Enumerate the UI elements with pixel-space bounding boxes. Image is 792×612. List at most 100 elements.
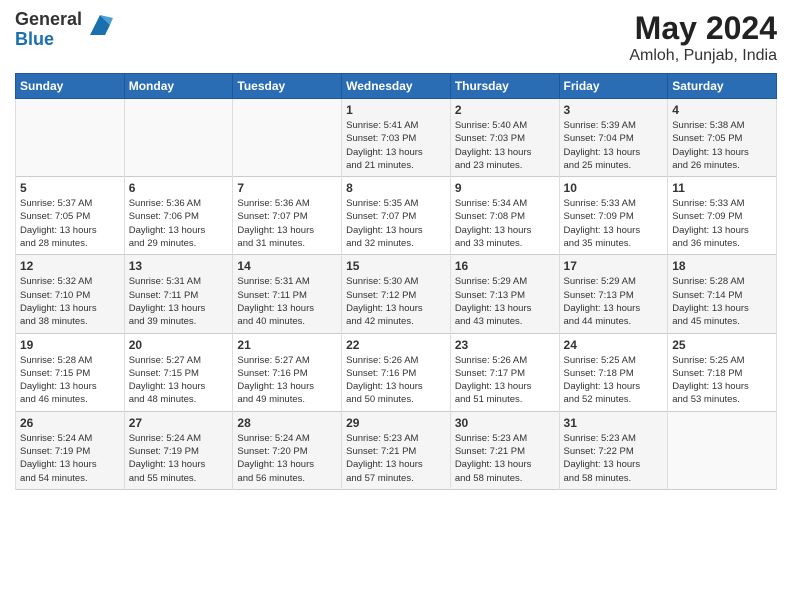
calendar-cell: 30Sunrise: 5:23 AM Sunset: 7:21 PM Dayli… (450, 411, 559, 489)
logo-text: General Blue (15, 10, 115, 50)
calendar-cell: 6Sunrise: 5:36 AM Sunset: 7:06 PM Daylig… (124, 177, 233, 255)
day-number: 30 (455, 416, 555, 430)
main-container: General Blue May 2024 Amloh, Punjab, Ind… (0, 0, 792, 495)
calendar-cell: 7Sunrise: 5:36 AM Sunset: 7:07 PM Daylig… (233, 177, 342, 255)
day-number: 4 (672, 103, 772, 117)
calendar-table: SundayMondayTuesdayWednesdayThursdayFrid… (15, 73, 777, 490)
day-number: 12 (20, 259, 120, 273)
calendar-cell: 23 Sunrise: 5:26 AM Sunset: 7:17 PM Dayli… (450, 333, 559, 411)
subtitle: Amloh, Punjab, India (629, 47, 777, 65)
weekday-header-monday: Monday (124, 74, 233, 99)
calendar-cell (668, 411, 777, 489)
calendar-week-1: 1 Sunrise: 5:41 AM Sunset: 7:03 PM Daylig… (16, 99, 777, 177)
logo-blue: Blue (15, 29, 54, 49)
day-info: Sunrise: 5:35 AM Sunset: 7:07 PM Dayligh… (346, 197, 446, 250)
main-title: May 2024 (629, 10, 777, 47)
day-number: 9 (455, 181, 555, 195)
day-info: Sunrise: 5:26 AM Sunset: 7:17 PM Dayligh… (455, 354, 555, 407)
day-info: Sunrise: 5:25 AM Sunset: 7:18 PM Dayligh… (564, 354, 664, 407)
day-info: Sunrise: 5:33 AM Sunset: 7:09 PM Dayligh… (564, 197, 664, 250)
day-number: 25 (672, 338, 772, 352)
calendar-cell: 1 Sunrise: 5:41 AM Sunset: 7:03 PM Daylig… (342, 99, 451, 177)
day-number: 16 (455, 259, 555, 273)
title-block: May 2024 Amloh, Punjab, India (629, 10, 777, 65)
logo-general: General (15, 9, 82, 29)
calendar-cell: 5 Sunrise: 5:37 AM Sunset: 7:05 PM Daylig… (16, 177, 125, 255)
calendar-cell: 19 Sunrise: 5:28 AM Sunset: 7:15 PM Dayli… (16, 333, 125, 411)
day-number: 27 (129, 416, 229, 430)
day-number: 1 (346, 103, 446, 117)
calendar-cell: 15Sunrise: 5:30 AM Sunset: 7:12 PM Dayli… (342, 255, 451, 333)
day-number: 23 (455, 338, 555, 352)
calendar-cell (233, 99, 342, 177)
day-info: Sunrise: 5:34 AM Sunset: 7:08 PM Dayligh… (455, 197, 555, 250)
calendar-cell: 21 Sunrise: 5:27 AM Sunset: 7:16 PM Dayli… (233, 333, 342, 411)
day-info: Sunrise: 5:37 AM Sunset: 7:05 PM Dayligh… (20, 197, 120, 250)
day-number: 8 (346, 181, 446, 195)
calendar-cell: 20 Sunrise: 5:27 AM Sunset: 7:15 PM Dayli… (124, 333, 233, 411)
day-info: Sunrise: 5:38 AM Sunset: 7:05 PM Dayligh… (672, 119, 772, 172)
day-info: Sunrise: 5:24 AM Sunset: 7:20 PM Dayligh… (237, 432, 337, 485)
day-info: Sunrise: 5:39 AM Sunset: 7:04 PM Dayligh… (564, 119, 664, 172)
day-info: Sunrise: 5:29 AM Sunset: 7:13 PM Dayligh… (455, 275, 555, 328)
calendar-cell: 17Sunrise: 5:29 AM Sunset: 7:13 PM Dayli… (559, 255, 668, 333)
day-number: 18 (672, 259, 772, 273)
day-info: Sunrise: 5:24 AM Sunset: 7:19 PM Dayligh… (20, 432, 120, 485)
calendar-cell: 26 Sunrise: 5:24 AM Sunset: 7:19 PM Dayli… (16, 411, 125, 489)
day-number: 24 (564, 338, 664, 352)
day-number: 5 (20, 181, 120, 195)
calendar-header-row: SundayMondayTuesdayWednesdayThursdayFrid… (16, 74, 777, 99)
calendar-cell: 29Sunrise: 5:23 AM Sunset: 7:21 PM Dayli… (342, 411, 451, 489)
day-info: Sunrise: 5:36 AM Sunset: 7:07 PM Dayligh… (237, 197, 337, 250)
day-info: Sunrise: 5:31 AM Sunset: 7:11 PM Dayligh… (237, 275, 337, 328)
calendar-cell: 10 Sunrise: 5:33 AM Sunset: 7:09 PM Dayli… (559, 177, 668, 255)
calendar-cell: 3 Sunrise: 5:39 AM Sunset: 7:04 PM Daylig… (559, 99, 668, 177)
day-number: 20 (129, 338, 229, 352)
weekday-header-saturday: Saturday (668, 74, 777, 99)
day-number: 21 (237, 338, 337, 352)
day-number: 15 (346, 259, 446, 273)
calendar-cell (16, 99, 125, 177)
calendar-cell: 14 Sunrise: 5:31 AM Sunset: 7:11 PM Dayli… (233, 255, 342, 333)
weekday-header-tuesday: Tuesday (233, 74, 342, 99)
calendar-cell: 2 Sunrise: 5:40 AM Sunset: 7:03 PM Daylig… (450, 99, 559, 177)
logo: General Blue (15, 10, 115, 50)
calendar-week-5: 26 Sunrise: 5:24 AM Sunset: 7:19 PM Dayli… (16, 411, 777, 489)
day-info: Sunrise: 5:40 AM Sunset: 7:03 PM Dayligh… (455, 119, 555, 172)
day-number: 11 (672, 181, 772, 195)
weekday-header-wednesday: Wednesday (342, 74, 451, 99)
day-number: 19 (20, 338, 120, 352)
weekday-header-sunday: Sunday (16, 74, 125, 99)
day-info: Sunrise: 5:36 AM Sunset: 7:06 PM Dayligh… (129, 197, 229, 250)
day-info: Sunrise: 5:27 AM Sunset: 7:16 PM Dayligh… (237, 354, 337, 407)
logo-icon (85, 10, 115, 40)
day-info: Sunrise: 5:27 AM Sunset: 7:15 PM Dayligh… (129, 354, 229, 407)
day-number: 31 (564, 416, 664, 430)
day-info: Sunrise: 5:24 AM Sunset: 7:19 PM Dayligh… (129, 432, 229, 485)
day-info: Sunrise: 5:28 AM Sunset: 7:15 PM Dayligh… (20, 354, 120, 407)
calendar-cell: 27 Sunrise: 5:24 AM Sunset: 7:19 PM Dayli… (124, 411, 233, 489)
day-info: Sunrise: 5:31 AM Sunset: 7:11 PM Dayligh… (129, 275, 229, 328)
day-number: 14 (237, 259, 337, 273)
day-number: 2 (455, 103, 555, 117)
weekday-header-friday: Friday (559, 74, 668, 99)
day-info: Sunrise: 5:33 AM Sunset: 7:09 PM Dayligh… (672, 197, 772, 250)
day-number: 29 (346, 416, 446, 430)
day-number: 28 (237, 416, 337, 430)
day-number: 10 (564, 181, 664, 195)
calendar-cell: 31Sunrise: 5:23 AM Sunset: 7:22 PM Dayli… (559, 411, 668, 489)
calendar-cell: 24 Sunrise: 5:25 AM Sunset: 7:18 PM Dayli… (559, 333, 668, 411)
calendar-cell: 4 Sunrise: 5:38 AM Sunset: 7:05 PM Daylig… (668, 99, 777, 177)
calendar-week-4: 19 Sunrise: 5:28 AM Sunset: 7:15 PM Dayli… (16, 333, 777, 411)
calendar-cell: 9 Sunrise: 5:34 AM Sunset: 7:08 PM Daylig… (450, 177, 559, 255)
calendar-week-3: 12Sunrise: 5:32 AM Sunset: 7:10 PM Dayli… (16, 255, 777, 333)
day-number: 3 (564, 103, 664, 117)
calendar-cell: 18 Sunrise: 5:28 AM Sunset: 7:14 PM Dayli… (668, 255, 777, 333)
day-number: 26 (20, 416, 120, 430)
calendar-week-2: 5 Sunrise: 5:37 AM Sunset: 7:05 PM Daylig… (16, 177, 777, 255)
day-info: Sunrise: 5:28 AM Sunset: 7:14 PM Dayligh… (672, 275, 772, 328)
calendar-cell: 12Sunrise: 5:32 AM Sunset: 7:10 PM Dayli… (16, 255, 125, 333)
day-info: Sunrise: 5:41 AM Sunset: 7:03 PM Dayligh… (346, 119, 446, 172)
calendar-cell: 25Sunrise: 5:25 AM Sunset: 7:18 PM Dayli… (668, 333, 777, 411)
calendar-cell: 22Sunrise: 5:26 AM Sunset: 7:16 PM Dayli… (342, 333, 451, 411)
